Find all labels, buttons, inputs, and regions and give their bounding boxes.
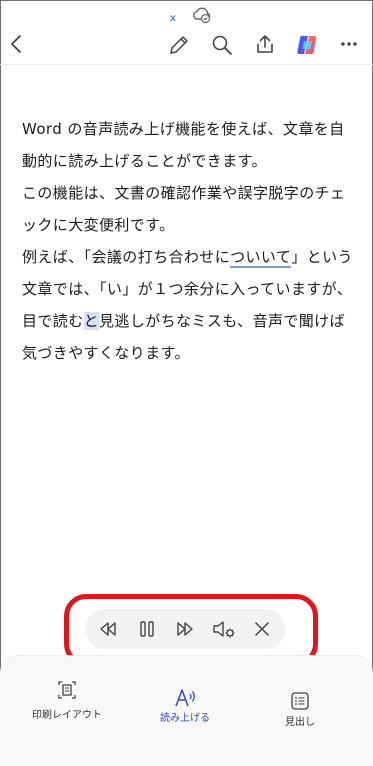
paragraph-1: Word の音声読み上げ機能を使えば、文章を自動的に読み上げることができます。	[22, 120, 345, 170]
copilot-icon[interactable]	[295, 33, 319, 57]
top-toolbar: x	[0, 0, 373, 65]
headings-icon	[291, 692, 309, 710]
text-segment: 例えば、「会議の打ち合わせに	[22, 248, 231, 266]
edit-pen-icon[interactable]	[168, 34, 190, 56]
read-aloud-button[interactable]: 読み上げる	[150, 656, 220, 756]
read-aloud-label: 読み上げる	[160, 713, 210, 724]
read-aloud-icon	[175, 689, 195, 707]
back-icon[interactable]	[9, 34, 25, 54]
headings-label: 見出し	[285, 717, 315, 728]
print-layout-label: 印刷レイアウト	[32, 710, 102, 721]
document-body[interactable]: Word の音声読み上げ機能を使えば、文章を自動的に読み上げることができます。 …	[22, 113, 357, 369]
print-layout-icon	[58, 681, 76, 699]
share-icon[interactable]	[254, 33, 276, 55]
more-icon[interactable]	[340, 40, 358, 48]
print-layout-button[interactable]: 印刷レイアウト	[30, 656, 104, 756]
spelling-underline[interactable]: ついいて	[230, 248, 292, 268]
bottom-toolbar: 印刷レイアウト 読み上げる 見出し	[0, 655, 373, 766]
paragraph-2: この機能は、文書の確認作業や誤字脱字のチェックに大変便利です。	[22, 184, 346, 234]
cloud-sync-icon[interactable]	[191, 6, 213, 24]
document-marker: x	[170, 13, 176, 24]
paragraph-3: 例えば、「会議の打ち合わせについいて」という文章では、「い」が１つ余分に入ってい…	[22, 241, 357, 369]
reading-cursor-highlight: と	[83, 312, 100, 330]
search-icon[interactable]	[211, 34, 233, 56]
headings-button[interactable]: 見出し	[270, 656, 330, 756]
